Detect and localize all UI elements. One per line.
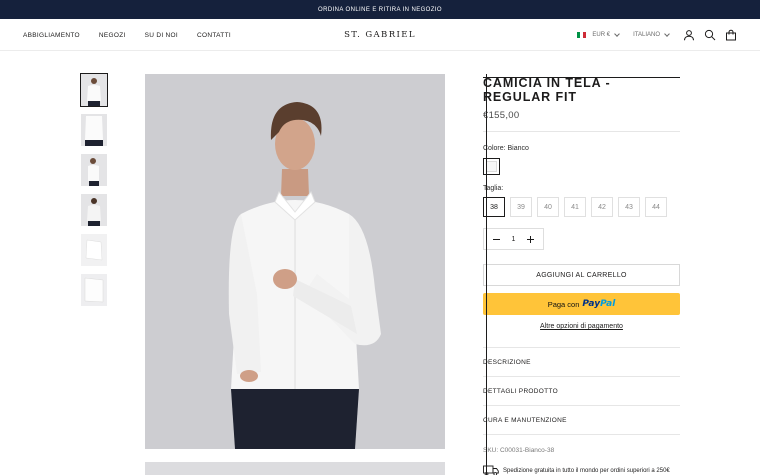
main-nav: ABBIGLIAMENTO NEGOZI SU DI NOI CONTATTI <box>23 19 231 51</box>
size-option-42[interactable]: 42 <box>591 197 613 217</box>
thumbnail-fabric[interactable] <box>81 274 107 306</box>
size-option-44[interactable]: 44 <box>645 197 667 217</box>
add-to-cart-button[interactable]: AGGIUNGI AL CARRELLO <box>483 264 680 286</box>
thumbnail-front[interactable] <box>80 73 108 107</box>
site-header: ABBIGLIAMENTO NEGOZI SU DI NOI CONTATTI … <box>0 19 760 51</box>
chevron-down-icon <box>614 31 620 37</box>
color-label: Colore: Bianco <box>483 145 529 152</box>
thumbnail-gallery <box>80 73 108 314</box>
account-icon[interactable] <box>683 29 695 41</box>
cart-bag-icon[interactable] <box>725 29 737 41</box>
divider <box>483 434 680 435</box>
size-option-40[interactable]: 40 <box>537 197 559 217</box>
product-title: CAMICIA IN TELA - REGULAR FIT <box>483 76 611 104</box>
alternative-payment-link[interactable]: Altre opzioni di pagamento <box>483 323 680 330</box>
announcement-text: ORDINA ONLINE E RITIRA IN NEGOZIO <box>318 6 442 13</box>
thumbnail-back[interactable] <box>81 194 107 226</box>
nav-item-contatti[interactable]: CONTATTI <box>197 32 231 39</box>
accordion-list: DESCRIZIONE DETTAGLI PRODOTTO CURA E MAN… <box>483 347 680 435</box>
paypal-prefix: Paga con <box>547 299 580 309</box>
nav-item-negozi[interactable]: NEGOZI <box>99 32 126 39</box>
size-option-39[interactable]: 39 <box>510 197 532 217</box>
paypal-logo: PayPal <box>582 299 616 309</box>
size-option-43[interactable]: 43 <box>618 197 640 217</box>
italy-flag-icon <box>577 32 587 38</box>
accordion-descrizione[interactable]: DESCRIZIONE <box>483 347 680 376</box>
accordion-label: DETTAGLI PRODOTTO <box>483 387 558 395</box>
decrease-quantity-button[interactable] <box>492 235 501 244</box>
product-price: €155,00 <box>483 110 520 121</box>
product-second-image[interactable] <box>145 462 445 475</box>
accordion-label: DESCRIZIONE <box>483 358 531 366</box>
language-label: ITALIANO <box>633 32 660 38</box>
divider <box>483 131 680 132</box>
chevron-down-icon <box>664 31 670 37</box>
nav-item-su-di-noi[interactable]: SU DI NOI <box>145 32 178 39</box>
thumbnail-side[interactable] <box>81 154 107 186</box>
accordion-cura-manutenzione[interactable]: CURA E MANUTENZIONE <box>483 405 680 434</box>
quantity-stepper: 1 <box>483 228 544 250</box>
plus-icon <box>673 359 680 366</box>
search-icon[interactable] <box>704 29 716 41</box>
plus-icon <box>673 417 680 424</box>
thumbnail-folded[interactable] <box>81 234 107 266</box>
shipping-text: Spedizione gratuita in tutto il mondo pe… <box>503 467 670 474</box>
language-selector[interactable]: ITALIANO <box>633 31 670 38</box>
nav-item-abbigliamento[interactable]: ABBIGLIAMENTO <box>23 32 80 39</box>
accordion-label: CURA E MANUTENZIONE <box>483 416 567 424</box>
size-label: Taglia: <box>483 185 504 192</box>
shipping-info: Spedizione gratuita in tutto il mondo pe… <box>483 465 680 475</box>
header-actions: EUR € ITALIANO <box>577 19 737 51</box>
thumbnail-detail[interactable] <box>81 114 107 146</box>
quantity-value[interactable]: 1 <box>512 236 516 243</box>
size-option-41[interactable]: 41 <box>564 197 586 217</box>
currency-selector[interactable]: EUR € <box>592 31 620 38</box>
product-sku: SKU: C00031-Bianco-38 <box>483 447 555 454</box>
size-options: 38 39 40 41 42 43 44 <box>483 197 680 217</box>
paypal-button[interactable]: Paga con PayPal <box>483 293 680 315</box>
product-main-image[interactable] <box>145 74 445 449</box>
announcement-bar: ORDINA ONLINE E RITIRA IN NEGOZIO <box>0 0 760 19</box>
currency-label: EUR € <box>592 32 611 38</box>
increase-quantity-button[interactable] <box>526 235 535 244</box>
accordion-dettagli-prodotto[interactable]: DETTAGLI PRODOTTO <box>483 376 680 405</box>
product-info: CAMICIA IN TELA - REGULAR FIT €155,00 Co… <box>483 74 680 475</box>
plus-icon <box>673 388 680 395</box>
logo[interactable]: ST. GABRIEL <box>330 19 430 51</box>
